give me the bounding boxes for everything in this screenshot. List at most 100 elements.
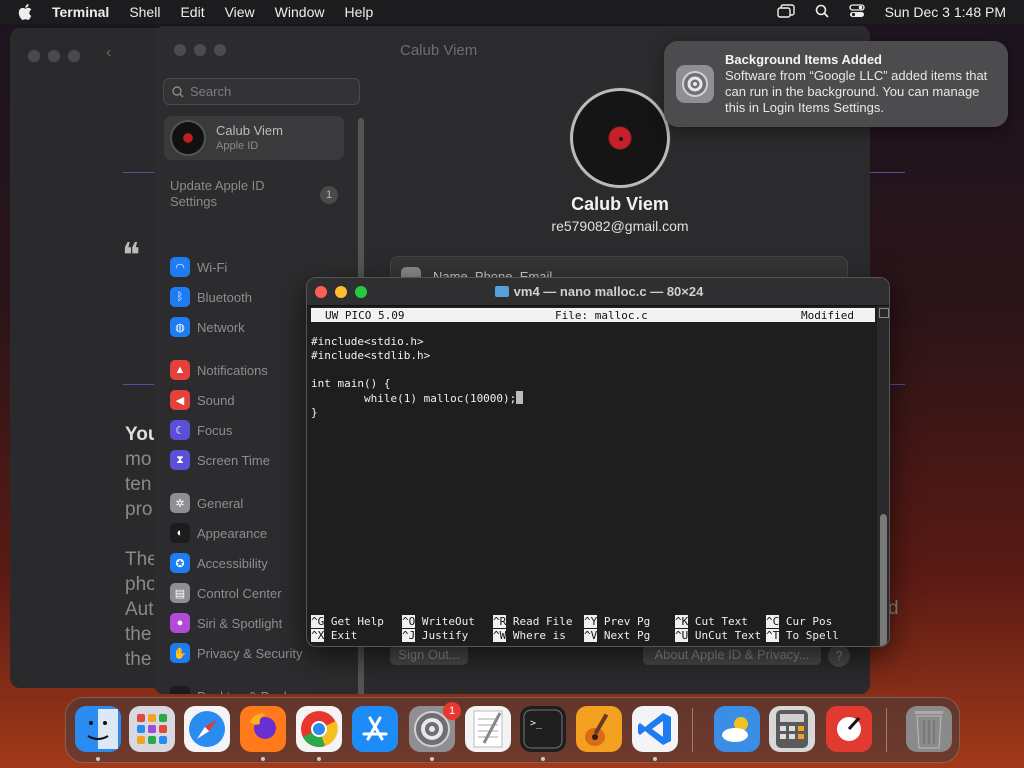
shortcut-writeout: ^O WriteOut (402, 615, 475, 629)
notification-title: Background Items Added (725, 52, 882, 67)
stage-manager-icon[interactable] (776, 3, 795, 21)
shortcut-get-help: ^G Get Help (311, 615, 384, 629)
menu-window[interactable]: Window (275, 4, 325, 20)
background-items-notification[interactable]: Background Items Added Software from “Go… (664, 41, 1008, 127)
sidebar-item-label: Sound (197, 392, 235, 408)
launchpad-icon[interactable] (129, 706, 175, 752)
sidebar-item-privacy-security[interactable]: ✋ Privacy & Security (170, 642, 302, 664)
weather-icon[interactable] (714, 706, 760, 752)
text-cursor (516, 391, 524, 404)
menu-shell[interactable]: Shell (129, 4, 160, 20)
notification-badge: 1 (443, 702, 461, 720)
app-store-icon[interactable] (352, 706, 398, 752)
shortcut-label: Exit (324, 629, 358, 642)
code-editor[interactable]: #include<stdio.h> #include<stdlib.h> int… (311, 335, 524, 420)
instruments-icon[interactable] (826, 706, 872, 752)
scroll-up-icon[interactable] (879, 308, 889, 318)
help-button[interactable]: ? (828, 645, 850, 667)
terminal-icon[interactable]: >_ (520, 706, 566, 752)
sidebar-item-network[interactable]: ◍ Network (170, 316, 245, 338)
calculator-icon[interactable] (769, 706, 815, 752)
spotlight-search-icon[interactable] (815, 4, 829, 21)
folder-icon (494, 286, 509, 297)
sidebar-item-general[interactable]: ✲ General (170, 492, 243, 514)
back-chevron-icon[interactable]: ‹ (106, 44, 111, 62)
terminal-title: vm4 — nano malloc.c — 80×24 (513, 284, 704, 299)
menu-clock[interactable]: Sun Dec 3 1:48 PM (885, 4, 1006, 20)
sidebar-item-label: Screen Time (197, 452, 270, 468)
shortcut-key: ^U (675, 629, 689, 642)
terminal-titlebar[interactable]: vm4 — nano malloc.c — 80×24 (307, 278, 889, 306)
sidebar-item-desktop-dock[interactable]: ▭ Desktop & Dock (170, 685, 290, 694)
trash-icon[interactable] (906, 706, 952, 752)
scrollbar-thumb[interactable] (880, 514, 887, 646)
wifi-icon: ◠ (170, 257, 190, 277)
shortcut-prev-pg: ^Y Prev Pg (584, 615, 650, 629)
about-apple-id-button[interactable]: About Apple ID & Privacy... (643, 645, 821, 665)
account-name: Calub Viem (216, 123, 283, 138)
menu-help[interactable]: Help (344, 4, 373, 20)
sidebar-item-notifications[interactable]: ▲ Notifications (170, 359, 268, 381)
running-indicator (261, 757, 265, 761)
account-subtitle: Apple ID (216, 140, 259, 152)
update-apple-id-settings[interactable]: Update Apple ID Settings (170, 178, 300, 210)
menu-bar: Terminal Shell Edit View Window Help Sun… (0, 0, 1024, 24)
avatar (170, 120, 206, 156)
sidebar-item-accessibility[interactable]: ✪ Accessibility (170, 552, 268, 574)
system-settings-icon[interactable]: 1 (409, 702, 461, 752)
sidebar-item-screen-time[interactable]: ⧗ Screen Time (170, 449, 270, 471)
bg-text-line: pho (125, 574, 157, 595)
update-count-badge: 1 (320, 186, 338, 204)
accessibility-icon: ✪ (170, 553, 190, 573)
shortcut-key: ^X (311, 629, 325, 642)
sidebar-item-siri-spotlight[interactable]: ● Siri & Spotlight (170, 612, 282, 634)
bg-zoom-dot (68, 50, 80, 62)
bg-minimize-dot (48, 50, 60, 62)
shortcut-next-pg: ^V Next Pg (584, 629, 650, 643)
menu-view[interactable]: View (225, 4, 255, 20)
sign-out-button[interactable]: Sign Out... (390, 645, 468, 665)
settings-close-button[interactable] (174, 44, 186, 56)
terminal-window[interactable]: vm4 — nano malloc.c — 80×24 UW PICO 5.09… (306, 277, 890, 647)
sidebar-item-sound[interactable]: ◀ Sound (170, 389, 235, 411)
shortcut-label: Get Help (324, 615, 384, 628)
appearance-icon: ◐ (170, 523, 190, 543)
settings-minimize-button[interactable] (194, 44, 206, 56)
shortcut-cut-text: ^K Cut Text (675, 615, 748, 629)
control-center-icon: ▤ (170, 583, 190, 603)
finder-icon[interactable] (75, 706, 121, 752)
safari-icon[interactable] (184, 706, 230, 752)
sidebar-item-wi-fi[interactable]: ◠ Wi-Fi (170, 256, 227, 278)
sidebar-item-control-center[interactable]: ▤ Control Center (170, 582, 282, 604)
control-center-icon[interactable] (848, 3, 865, 21)
sidebar-item-label: Privacy & Security (197, 645, 303, 661)
profile-picture[interactable] (570, 88, 670, 188)
chrome-icon[interactable] (296, 706, 342, 752)
shortcut-label: Prev Pg (597, 615, 651, 628)
shortcut-key: ^V (584, 629, 598, 642)
sidebar-item-focus[interactable]: ☾ Focus (170, 419, 232, 441)
apple-menu-icon[interactable] (18, 4, 36, 20)
sidebar-item-apple-id[interactable]: Calub Viem Apple ID (164, 116, 344, 160)
textedit-icon[interactable] (465, 706, 511, 752)
shortcut-key: ^W (493, 629, 507, 642)
sidebar-item-bluetooth[interactable]: ᛒ Bluetooth (170, 286, 252, 308)
firefox-icon[interactable] (240, 706, 286, 752)
settings-zoom-button[interactable] (214, 44, 226, 56)
dock-separator (886, 708, 887, 752)
terminal-scrollbar[interactable] (877, 306, 889, 646)
shortcut-key: ^Y (584, 615, 598, 628)
running-indicator (96, 757, 100, 761)
menu-app-name[interactable]: Terminal (52, 4, 109, 20)
shortcut-key: ^T (766, 629, 780, 642)
settings-search-input[interactable]: Search (163, 78, 360, 105)
bg-divider (123, 384, 155, 385)
menu-edit[interactable]: Edit (180, 4, 204, 20)
shortcut-where-is: ^W Where is (493, 629, 566, 643)
search-icon (172, 85, 184, 98)
garageband-icon[interactable] (576, 706, 622, 752)
gear-icon: ✲ (170, 493, 190, 513)
vscode-icon[interactable] (632, 706, 678, 752)
sidebar-item-label: Accessibility (197, 555, 268, 571)
sidebar-item-appearance[interactable]: ◐ Appearance (170, 522, 267, 544)
